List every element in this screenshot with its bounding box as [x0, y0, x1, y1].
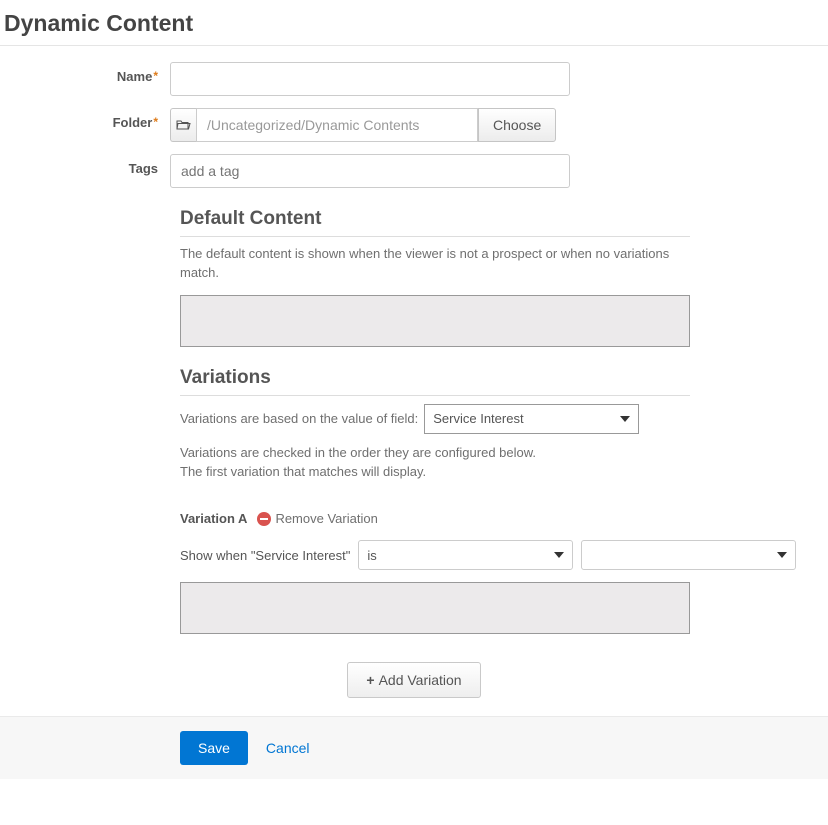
remove-variation-label: Remove Variation	[275, 511, 377, 526]
operator-select[interactable]: is	[358, 540, 573, 570]
folder-row: Folder* Choose	[0, 108, 828, 142]
form-area: Name* Folder* Choose Tags Default Conten…	[0, 46, 828, 698]
folder-label-text: Folder	[113, 115, 153, 130]
add-variation-wrap: + Add Variation	[0, 662, 828, 698]
folder-icon	[170, 108, 196, 142]
variation-based-on-label: Variations are based on the value of fie…	[180, 411, 418, 426]
footer: Save Cancel	[0, 716, 828, 779]
name-input[interactable]	[170, 62, 570, 96]
variation-a-title: Variation A	[180, 511, 247, 526]
variation-a-header: Variation A Remove Variation	[180, 511, 690, 526]
variations-description: Variations are checked in the order they…	[180, 444, 690, 482]
variation-a-editor[interactable]	[180, 582, 690, 634]
plus-icon: +	[366, 672, 374, 688]
folder-path-input[interactable]	[196, 108, 478, 142]
variation-a-body: Show when "Service Interest" is	[180, 540, 805, 634]
folder-input-group: Choose	[170, 108, 556, 142]
tags-label: Tags	[0, 154, 170, 176]
remove-variation-link[interactable]: Remove Variation	[257, 511, 377, 526]
required-asterisk: *	[153, 69, 158, 83]
variations-desc-line2: The first variation that matches will di…	[180, 464, 426, 479]
value-select[interactable]	[581, 540, 796, 570]
save-button[interactable]: Save	[180, 731, 248, 765]
variation-field-select[interactable]: Service Interest	[424, 404, 639, 434]
default-content-editor[interactable]	[180, 295, 690, 347]
folder-label: Folder*	[0, 108, 170, 130]
choose-folder-button[interactable]: Choose	[478, 108, 556, 142]
remove-icon	[257, 512, 271, 526]
show-when-label: Show when "Service Interest"	[180, 548, 350, 563]
add-variation-button[interactable]: + Add Variation	[347, 662, 480, 698]
tags-row: Tags	[0, 154, 828, 188]
default-content-heading: Default Content	[180, 208, 690, 237]
variations-section: Variations Variations are based on the v…	[180, 367, 690, 527]
variation-field-row: Variations are based on the value of fie…	[180, 404, 690, 434]
page-title: Dynamic Content	[0, 0, 828, 46]
default-content-section: Default Content The default content is s…	[180, 208, 690, 347]
variations-heading: Variations	[180, 367, 690, 396]
variations-desc-line1: Variations are checked in the order they…	[180, 445, 536, 460]
tags-input[interactable]	[170, 154, 570, 188]
name-row: Name*	[0, 62, 828, 96]
show-when-row: Show when "Service Interest" is	[180, 540, 805, 570]
required-asterisk: *	[153, 115, 158, 129]
cancel-link[interactable]: Cancel	[266, 740, 310, 756]
name-label: Name*	[0, 62, 170, 84]
default-content-description: The default content is shown when the vi…	[180, 245, 690, 283]
name-label-text: Name	[117, 69, 152, 84]
add-variation-label: Add Variation	[379, 672, 462, 688]
